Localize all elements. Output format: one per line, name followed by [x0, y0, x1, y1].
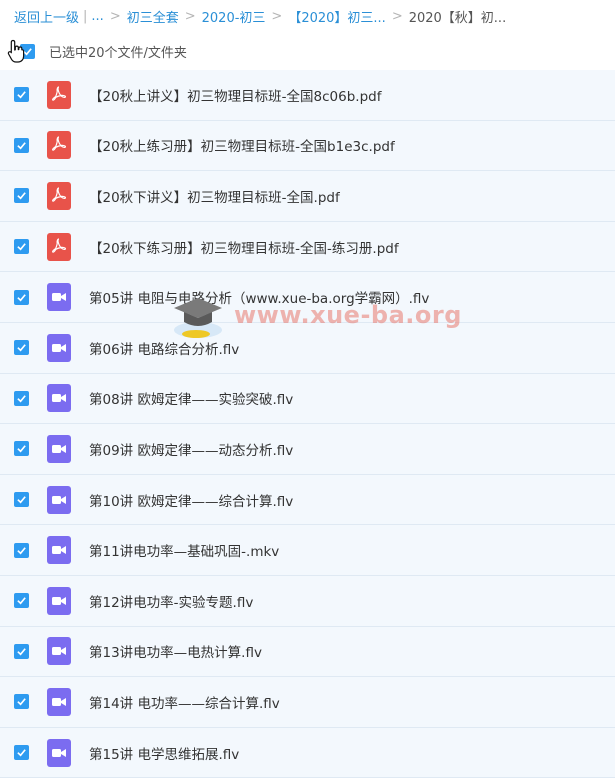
breadcrumb: 返回上一级 | ... > 初三全套 > 2020-初三 > 【2020】初三.… [0, 0, 615, 32]
file-list: 【20秋上讲义】初三物理目标班-全国8c06b.pdf 【20秋上练习册】初三物理… [0, 70, 615, 779]
file-checkbox[interactable] [14, 289, 29, 305]
file-name[interactable]: 【20秋下讲义】初三物理目标班-全国.pdf [89, 186, 340, 206]
file-name[interactable]: 第14讲 电功率——综合计算.flv [89, 692, 280, 712]
file-checkbox[interactable] [14, 542, 29, 558]
check-icon [17, 749, 26, 757]
file-name[interactable]: 【20秋下练习册】初三物理目标班-全国-练习册.pdf [89, 237, 399, 257]
video-icon [47, 434, 71, 463]
file-checkbox[interactable] [14, 137, 29, 153]
file-checkbox[interactable] [14, 441, 29, 457]
file-row[interactable]: 第08讲 欧姆定律——实验突破.flv [0, 373, 615, 425]
pdf-icon [47, 131, 71, 160]
pdf-icon [47, 80, 71, 109]
file-checkbox[interactable] [14, 492, 29, 508]
video-icon [47, 586, 71, 615]
check-icon [17, 243, 26, 251]
file-row[interactable]: 第13讲电功率—电热计算.flv [0, 626, 615, 678]
breadcrumb-separator: > [271, 8, 283, 24]
video-icon [47, 485, 71, 514]
check-icon [17, 344, 26, 352]
file-row[interactable]: 【20秋下练习册】初三物理目标班-全国-练习册.pdf [0, 221, 615, 273]
video-icon [47, 536, 71, 565]
pdf-icon [47, 232, 71, 261]
file-name[interactable]: 【20秋上讲义】初三物理目标班-全国8c06b.pdf [89, 85, 382, 105]
check-icon [17, 648, 26, 656]
check-icon [17, 445, 26, 453]
check-icon [17, 698, 26, 706]
file-row[interactable]: 第11讲电功率—基础巩固-.mkv [0, 525, 615, 576]
video-icon [47, 283, 71, 312]
video-icon [47, 333, 71, 362]
file-name[interactable]: 【20秋上练习册】初三物理目标班-全国b1e3c.pdf [89, 135, 395, 155]
video-icon [47, 738, 71, 767]
check-icon [17, 293, 26, 302]
check-icon [17, 91, 26, 99]
back-link[interactable]: 返回上一级 [14, 7, 79, 26]
file-name[interactable]: 第05讲 电阻与电路分析（www.xue-ba.org学霸网）.flv [89, 287, 429, 307]
file-checkbox[interactable] [14, 340, 29, 356]
breadcrumb-separator: > [391, 8, 403, 24]
video-icon [47, 384, 71, 413]
file-name[interactable]: 第06讲 电路综合分析.flv [89, 338, 239, 358]
check-icon [17, 142, 26, 150]
selection-bar: 已选中20个文件/文件夹 [0, 32, 615, 70]
file-row[interactable]: 第09讲 欧姆定律——动态分析.flv [0, 424, 615, 475]
check-icon [17, 546, 26, 555]
file-checkbox[interactable] [14, 643, 29, 659]
file-row[interactable]: 【20秋上练习册】初三物理目标班-全国b1e3c.pdf [0, 120, 615, 172]
file-checkbox[interactable] [14, 239, 29, 255]
file-checkbox[interactable] [14, 593, 29, 609]
selection-count-label: 已选中20个文件/文件夹 [49, 45, 187, 61]
file-row[interactable]: 第12讲电功率-实验专题.flv [0, 575, 615, 627]
file-row[interactable]: 第05讲 电阻与电路分析（www.xue-ba.org学霸网）.flv [0, 272, 615, 323]
breadcrumb-ellipsis[interactable]: ... [91, 9, 103, 24]
check-icon [17, 496, 26, 504]
breadcrumb-separator: > [184, 8, 196, 24]
check-icon [17, 597, 26, 605]
file-row[interactable]: 【20秋下讲义】初三物理目标班-全国.pdf [0, 171, 615, 222]
file-row[interactable]: 【20秋上讲义】初三物理目标班-全国8c06b.pdf [0, 70, 615, 121]
file-name[interactable]: 第12讲电功率-实验专题.flv [89, 591, 253, 611]
file-name[interactable]: 第11讲电功率—基础巩固-.mkv [89, 540, 279, 560]
file-row[interactable]: 第10讲 欧姆定律——综合计算.flv [0, 474, 615, 526]
check-icon [17, 395, 26, 403]
file-name[interactable]: 第10讲 欧姆定律——综合计算.flv [89, 490, 293, 510]
check-icon [17, 192, 26, 200]
breadcrumb-item[interactable]: 初三全套 [127, 7, 179, 26]
file-name[interactable]: 第09讲 欧姆定律——动态分析.flv [89, 439, 293, 459]
file-row[interactable]: 第15讲 电学思维拓展.flv [0, 727, 615, 779]
file-checkbox[interactable] [14, 87, 29, 103]
file-name[interactable]: 第08讲 欧姆定律——实验突破.flv [89, 388, 293, 408]
file-row[interactable]: 第06讲 电路综合分析.flv [0, 322, 615, 374]
video-icon [47, 637, 71, 666]
breadcrumb-divider: | [83, 8, 88, 24]
file-checkbox[interactable] [14, 694, 29, 710]
hand-cursor-icon [7, 39, 25, 63]
file-checkbox[interactable] [14, 188, 29, 204]
file-row[interactable]: 第14讲 电功率——综合计算.flv [0, 677, 615, 728]
video-icon [47, 687, 71, 716]
file-name[interactable]: 第15讲 电学思维拓展.flv [89, 743, 239, 763]
pdf-icon [47, 181, 71, 210]
file-name[interactable]: 第13讲电功率—电热计算.flv [89, 641, 262, 661]
breadcrumb-item[interactable]: 【2020】初三... [288, 7, 385, 26]
file-checkbox[interactable] [14, 390, 29, 406]
file-checkbox[interactable] [14, 745, 29, 761]
breadcrumb-separator: > [109, 8, 121, 24]
breadcrumb-item[interactable]: 2020-初三 [202, 7, 266, 26]
breadcrumb-current: 2020【秋】初... [408, 10, 507, 26]
